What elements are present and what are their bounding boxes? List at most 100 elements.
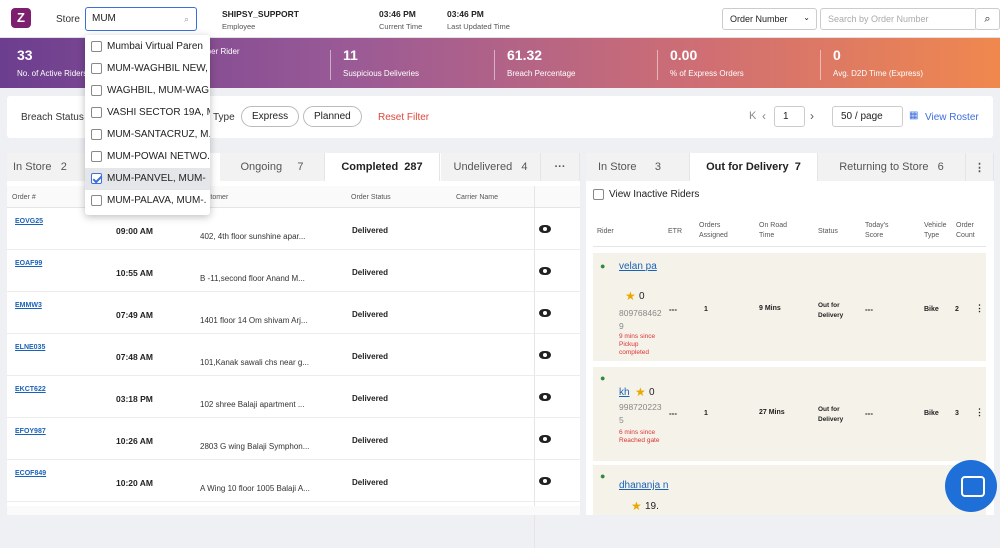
table-row[interactable]: ECOF849 10:20 AM A Wing 10 floor 1005 Bala… — [7, 460, 580, 502]
table-row[interactable]: EKCT622 03:18 PM 102 shree Balaji apartmen… — [7, 376, 580, 418]
checkbox-icon[interactable] — [91, 129, 102, 140]
stat-breach-percentage: 61.32 Breach Percentage — [507, 47, 576, 78]
star-icon: ★ — [635, 385, 646, 399]
column-etr: ETR — [668, 228, 682, 235]
order-id-link[interactable]: EOVG25 — [15, 218, 43, 225]
tab-undelivered[interactable]: Undelivered 4 — [441, 153, 541, 181]
view-icon[interactable] — [539, 309, 551, 317]
rider-menu-icon[interactable]: ⋮ — [975, 407, 984, 418]
checkbox-icon[interactable] — [91, 151, 102, 162]
rider-menu-icon[interactable]: ⋮ — [975, 303, 984, 314]
rider-name-link[interactable]: kh — [619, 387, 630, 398]
table-row[interactable]: ELNE035 07:48 AM 101,Kanak sawali chs near… — [7, 334, 580, 376]
rider-name-link[interactable]: velan pa — [619, 261, 657, 272]
view-icon[interactable] — [539, 351, 551, 359]
order-time: 03:18 PM — [116, 394, 153, 404]
store-option-label: VASHI SECTOR 19A, M — [107, 107, 210, 118]
location-pin-icon: ● — [600, 373, 606, 383]
order-address: 102 shree Balaji apartment ... — [200, 400, 305, 409]
view-icon[interactable] — [539, 267, 551, 275]
planned-filter-button[interactable]: Planned — [303, 106, 362, 127]
more-tabs-icon[interactable]: ⋮ — [966, 153, 994, 181]
order-time: 09:00 AM — [116, 226, 154, 236]
store-option-label: MUM-WAGHBIL NEW, — [107, 63, 208, 74]
rider-card[interactable]: ● kh ★ 0 9987202235 6 mins since Reached… — [593, 367, 986, 461]
prev-page-icon[interactable]: ‹ — [762, 109, 766, 123]
riders-panel: In Store 3 Out for Delivery 7 Returning … — [586, 153, 994, 515]
current-time-label: Current Time — [379, 22, 423, 31]
table-row — [7, 506, 580, 515]
view-icon[interactable] — [539, 435, 551, 443]
checkbox-icon[interactable] — [91, 173, 102, 184]
store-option[interactable]: VASHI SECTOR 19A, M — [85, 102, 210, 124]
order-address: 2803 G wing Balaji Symphon... — [200, 442, 310, 451]
more-tabs-icon[interactable]: ··· — [541, 153, 580, 181]
checkbox-icon[interactable] — [91, 85, 102, 96]
chat-support-button[interactable] — [945, 460, 997, 512]
store-option[interactable]: Mumbai Virtual Paren — [85, 36, 210, 58]
reset-filter-link[interactable]: Reset Filter — [378, 112, 429, 123]
page-number-input[interactable]: 1 — [774, 106, 805, 127]
store-option-label: MUM-POWAI NETWO. — [107, 151, 210, 162]
checkbox-icon[interactable] — [91, 195, 102, 206]
rider-on-road-time: 9 Mins — [759, 305, 781, 312]
store-option[interactable]: WAGHBIL, MUM-WAG — [85, 80, 210, 102]
checkbox-icon[interactable] — [91, 63, 102, 74]
user-role: Employee — [222, 22, 256, 31]
column-carrier: Carrier Name — [456, 194, 499, 201]
next-page-icon[interactable]: › — [810, 109, 814, 123]
order-address: 101,Kanak sawali chs near g... — [200, 358, 309, 367]
table-row[interactable]: EMMW3 07:49 AM 1401 floor 14 Om shivam Arj… — [7, 292, 580, 334]
order-id-link[interactable]: ELNE035 — [15, 344, 45, 351]
checkbox-icon[interactable] — [91, 107, 102, 118]
stat-divider — [330, 50, 331, 80]
rider-order-count: 2 — [955, 306, 959, 313]
tab-returning-to-store[interactable]: Returning to Store 6 — [818, 153, 966, 181]
tab-ongoing[interactable]: Ongoing 7 — [220, 153, 325, 181]
order-search-input[interactable]: Search by Order Number — [820, 8, 977, 30]
page-size-select[interactable]: 50 / page — [832, 106, 903, 127]
breach-status-label[interactable]: Breach Status — [21, 112, 84, 123]
tab-completed[interactable]: Completed 287 — [325, 153, 440, 181]
express-filter-button[interactable]: Express — [241, 106, 300, 127]
stat-divider — [494, 50, 495, 80]
order-id-link[interactable]: EMMW3 — [15, 302, 42, 309]
store-option[interactable]: MUM-POWAI NETWO. — [85, 146, 210, 168]
view-icon[interactable] — [539, 225, 551, 233]
tab-rider-in-store[interactable]: In Store 3 — [586, 153, 690, 181]
tab-in-store[interactable]: In Store 2 — [7, 153, 97, 181]
rider-name-link[interactable]: dhananja n — [619, 471, 669, 501]
app-logo[interactable]: Z — [11, 8, 31, 28]
order-status: Delivered — [352, 352, 389, 361]
store-search-input[interactable]: MUM ⌕ — [85, 7, 197, 31]
table-row[interactable]: EOAF99 10:55 AM B -11,second floor Anand M… — [7, 250, 580, 292]
rider-score: --- — [865, 409, 873, 418]
store-option[interactable]: MUM-PANVEL, MUM- — [85, 168, 210, 190]
order-status: Delivered — [352, 226, 389, 235]
search-type-select[interactable]: Order Number ⌄ — [722, 8, 817, 30]
checkbox-icon[interactable] — [91, 41, 102, 52]
table-row[interactable]: EFOY987 10:26 AM 2803 G wing Balaji Sympho… — [7, 418, 580, 460]
rider-card[interactable]: ● dhananja n ★ 19. — [593, 465, 986, 515]
view-icon[interactable] — [539, 477, 551, 485]
inactive-riders-checkbox[interactable] — [593, 189, 604, 200]
first-page-icon[interactable]: K — [749, 110, 756, 122]
store-option[interactable]: MUM-WAGHBIL NEW, — [85, 58, 210, 80]
rider-status: Out for Delivery — [818, 302, 844, 319]
store-option[interactable]: MUM-SANTACRUZ, M. — [85, 124, 210, 146]
order-time: 10:26 AM — [116, 436, 154, 446]
order-id-link[interactable]: EFOY987 — [15, 428, 46, 435]
order-search-button[interactable]: ⌕ — [975, 8, 1000, 30]
order-address: 1401 floor 14 Om shivam Arj... — [200, 316, 308, 325]
column-status: Status — [818, 228, 838, 235]
order-id-link[interactable]: ECOF849 — [15, 470, 46, 477]
store-option[interactable]: MUM-PALAVA, MUM-. — [85, 190, 210, 212]
tab-out-for-delivery[interactable]: Out for Delivery 7 — [690, 153, 818, 181]
view-roster-link[interactable]: View Roster — [925, 112, 979, 123]
rider-card[interactable]: ● velan pa ★ 0 8097684629 9 mins since P… — [593, 253, 986, 361]
order-id-link[interactable]: EKCT622 — [15, 386, 46, 393]
order-id-link[interactable]: EOAF99 — [15, 260, 42, 267]
chevron-down-icon: ⌄ — [803, 13, 810, 22]
view-icon[interactable] — [539, 393, 551, 401]
rider-event: Reached gate — [619, 437, 660, 444]
